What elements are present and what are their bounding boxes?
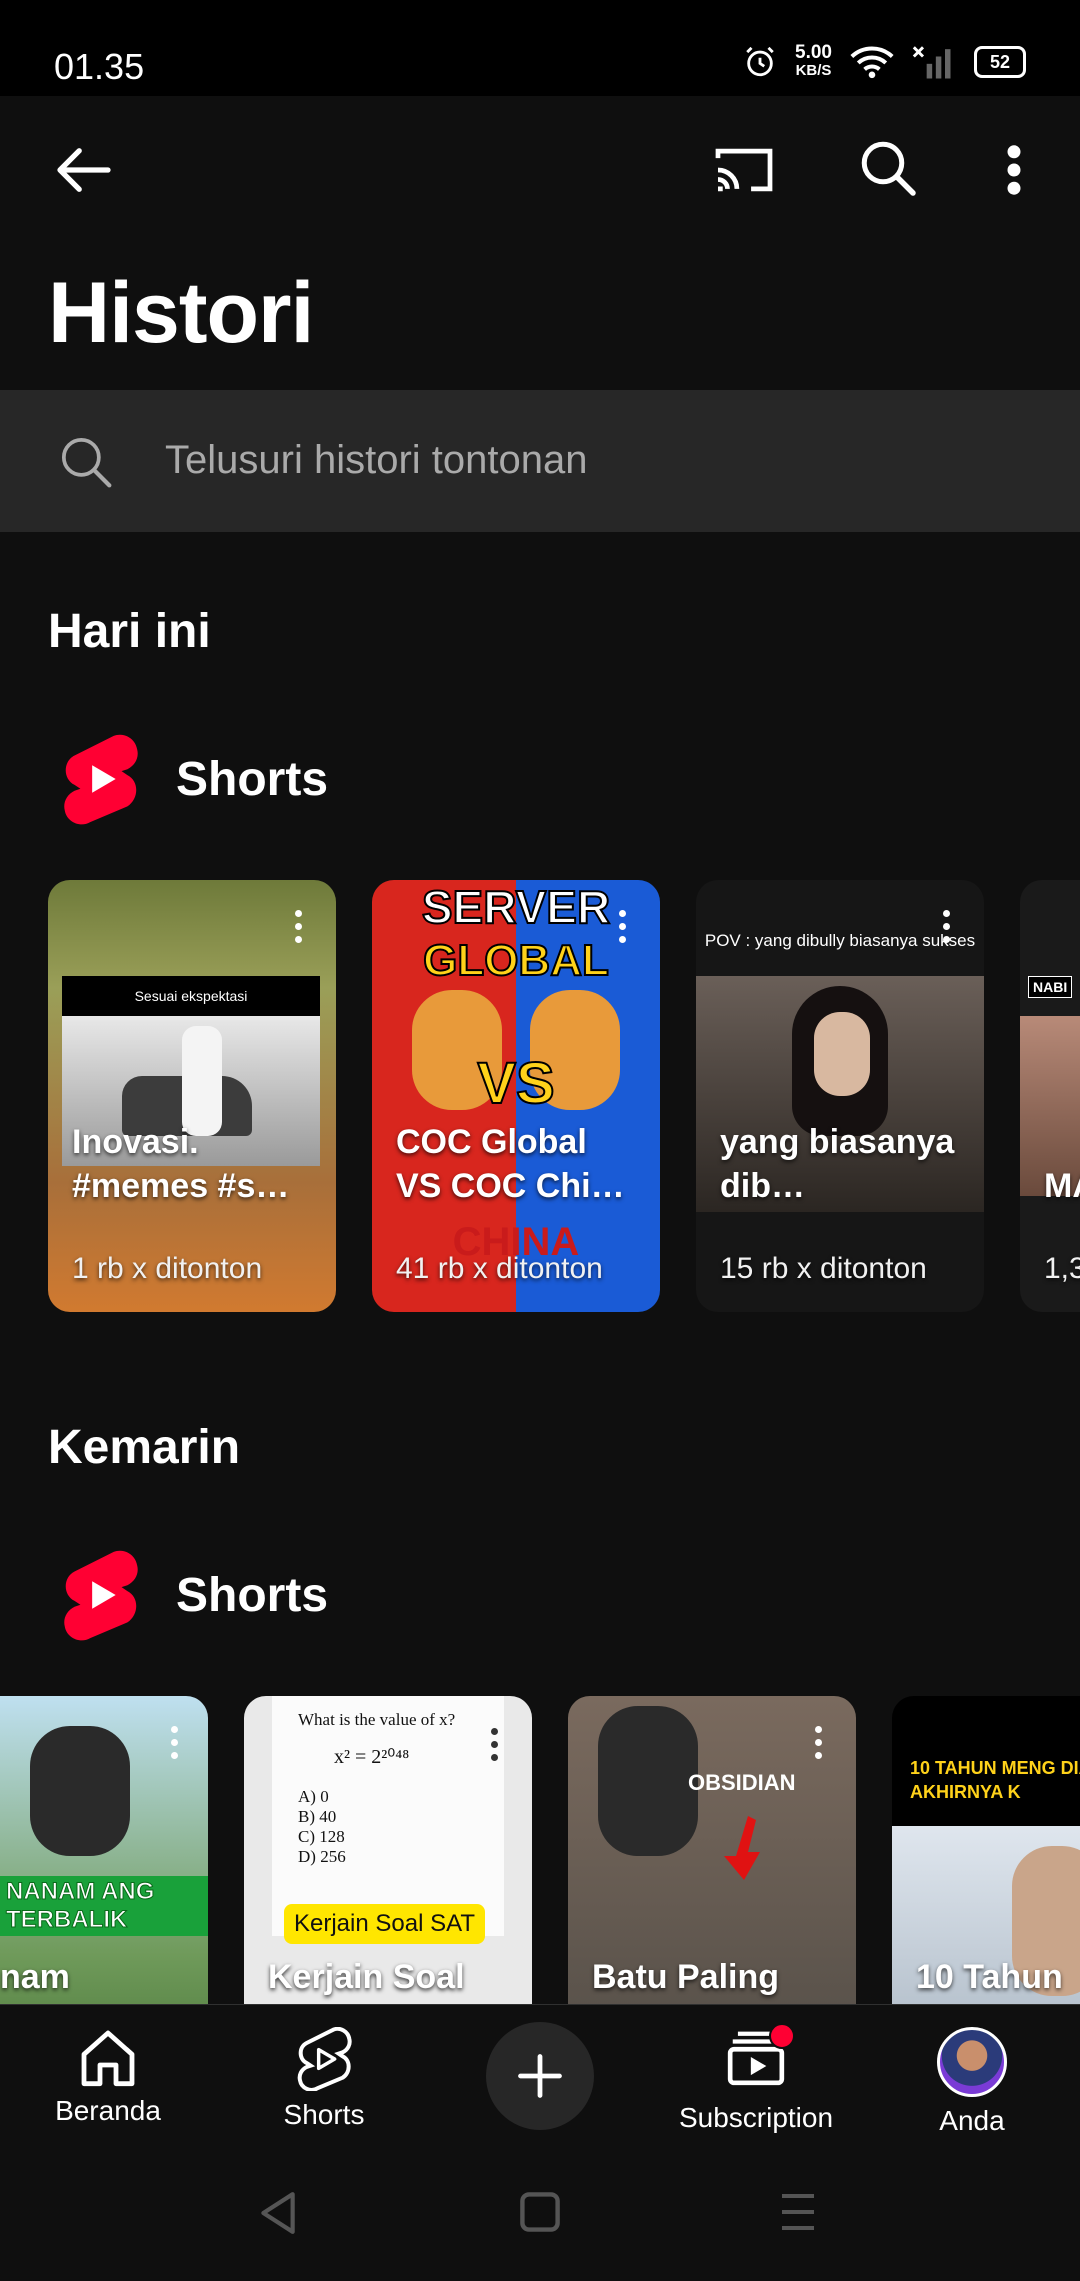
shorts-shelf-header: Shorts [60, 732, 328, 826]
nav-you[interactable]: Anda [872, 2027, 1072, 2137]
shorts-shelf-today: Sesuai ekspektasi Inovasi. #memes #s… 1 … [0, 880, 1080, 1312]
search-button[interactable] [842, 124, 934, 212]
plus-icon [518, 2054, 562, 2098]
math-option: D) 256 [298, 1847, 346, 1866]
battery-icon: 52 [974, 46, 1026, 78]
more-options-button[interactable] [980, 130, 1048, 210]
cast-icon [715, 148, 773, 192]
shelf-label: Shorts [176, 1568, 329, 1622]
short-title: Kerjain Soal [268, 1958, 465, 1996]
notification-dot [769, 2023, 795, 2049]
search-input[interactable]: Telusuri histori tontonan [165, 438, 587, 483]
cast-button[interactable] [698, 128, 790, 212]
nav-label: Shorts [283, 2099, 365, 2130]
short-overlay-caption: OBSIDIAN [688, 1770, 796, 1795]
short-menu-button[interactable] [936, 910, 956, 950]
math-option: A) 0 [298, 1787, 329, 1806]
short-menu-button[interactable] [484, 1728, 504, 1768]
short-views: 1 rb x ditonton [72, 1252, 263, 1285]
more-vert-icon [1007, 145, 1021, 195]
avatar [937, 2027, 1007, 2097]
page-title: Histori [48, 265, 314, 361]
shorts-shelf-header: Shorts [60, 1548, 328, 1642]
signal-icon [912, 46, 951, 79]
math-equation: x² = 2²⁰⁴⁸ [334, 1746, 410, 1768]
math-option: C) 128 [298, 1827, 345, 1846]
short-menu-button[interactable] [612, 910, 632, 950]
red-arrow-icon [724, 1816, 760, 1880]
short-overlay-caption: Kerjain Soal SAT [284, 1904, 485, 1944]
short-title: Inovasi. #memes #s… [72, 1123, 290, 1205]
short-title: 10 Tahun [916, 1958, 1063, 1996]
short-title: Batu Paling [592, 1958, 780, 1996]
short-card[interactable]: NANAM ANG TERBALIK nam [0, 1696, 208, 2004]
search-icon [861, 141, 916, 196]
short-character [30, 1726, 130, 1856]
wifi-icon [850, 46, 894, 79]
short-card[interactable]: OBSIDIAN Batu Paling [568, 1696, 856, 2004]
system-home-icon[interactable] [518, 2190, 562, 2234]
short-card[interactable]: POV : yang dibully biasanya sukses yang … [696, 880, 984, 1312]
status-icons: 5.00 KB/S 52 [743, 42, 1026, 80]
status-time: 01.35 [54, 46, 145, 87]
system-recents-icon[interactable] [778, 2190, 818, 2234]
shorts-shelf-yesterday: NANAM ANG TERBALIK nam What is the value… [0, 1696, 1080, 2004]
short-character [598, 1706, 698, 1856]
shorts-icon [297, 2027, 352, 2091]
short-menu-button[interactable] [164, 1726, 184, 1766]
short-menu-button[interactable] [808, 1726, 828, 1766]
shorts-logo-icon [64, 734, 138, 825]
short-overlay-text: VS [476, 1050, 555, 1117]
subscriptions-icon-wrap [725, 2023, 795, 2094]
math-option: B) 40 [298, 1807, 337, 1826]
short-views: 41 rb x ditonton [396, 1252, 603, 1285]
nav-home[interactable]: Beranda [8, 2027, 208, 2127]
short-overlay-caption: NABI [1028, 976, 1073, 998]
short-title: nam [0, 1958, 70, 1996]
short-menu-button[interactable] [288, 910, 308, 950]
short-title: MA TA [1044, 1167, 1080, 1205]
short-overlay-caption: Sesuai ekspektasi [62, 976, 320, 1016]
shelf-label: Shorts [176, 752, 329, 806]
nav-label: Subscription [678, 2102, 834, 2133]
short-views: 1,3 [1044, 1252, 1080, 1285]
short-card[interactable]: What is the value of x? x² = 2²⁰⁴⁸ A) 0 … [244, 1696, 532, 2004]
alarm-icon [746, 46, 774, 77]
system-back-icon[interactable] [256, 2190, 300, 2236]
back-button[interactable] [36, 128, 132, 212]
short-card[interactable]: NABI MA TA 1,3 [1020, 880, 1080, 1312]
short-card[interactable]: 10 TAHUN MENG DIA AKHIRNYA K 10 Tahun [892, 1696, 1080, 2004]
nav-label: Anda [939, 2105, 1005, 2136]
nav-label: Beranda [55, 2095, 161, 2126]
section-title-today: Hari ini [48, 605, 211, 658]
create-button[interactable] [486, 2022, 594, 2130]
search-icon [61, 437, 112, 488]
short-title: COC Global VS COC Chi… [396, 1123, 625, 1205]
math-question: What is the value of x? [298, 1710, 456, 1729]
short-overlay-caption: NANAM ANG TERBALIK [0, 1876, 208, 1936]
short-views: 15 rb x ditonton [720, 1252, 927, 1285]
net-speed: 5.00 KB/S [795, 42, 832, 79]
short-card[interactable]: SERVER GLOBAL VS CHINA COC Global VS COC… [372, 880, 660, 1312]
section-title-yesterday: Kemarin [48, 1421, 241, 1474]
short-overlay-caption: 10 TAHUN MENG DIA AKHIRNYA K [910, 1758, 1080, 1802]
math-question-panel: What is the value of x? x² = 2²⁰⁴⁸ A) 0 … [272, 1696, 504, 1936]
short-title: yang biasanya dib… [720, 1123, 955, 1205]
nav-subscriptions[interactable]: Subscription [656, 2023, 856, 2134]
shorts-logo-icon [64, 1550, 138, 1641]
short-card[interactable]: Sesuai ekspektasi Inovasi. #memes #s… 1 … [48, 880, 336, 1312]
arrow-left-icon [57, 148, 111, 192]
home-icon [81, 2030, 135, 2087]
nav-shorts[interactable]: Shorts [224, 2027, 424, 2131]
